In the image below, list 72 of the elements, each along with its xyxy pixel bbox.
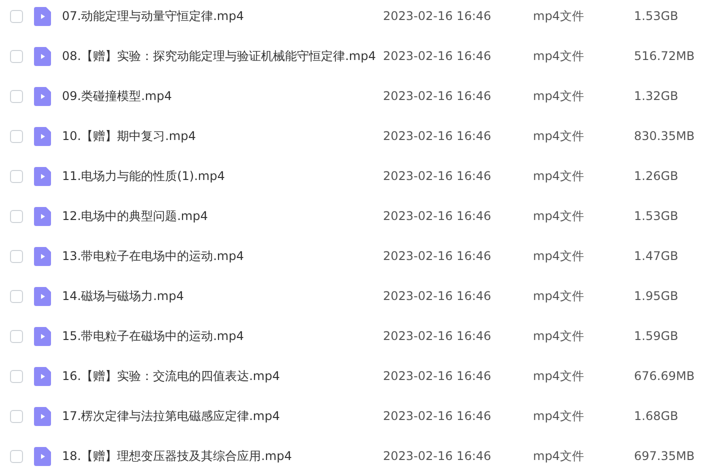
modified-date: 2023-02-16 16:46: [383, 328, 492, 345]
file-size: 1.59GB: [634, 328, 678, 345]
video-file-icon: [34, 366, 51, 386]
file-type: mp4文件: [533, 288, 585, 305]
checkbox[interactable]: [10, 50, 23, 62]
file-size: 676.69MB: [634, 368, 695, 385]
modified-date: 2023-02-16 16:46: [383, 8, 492, 25]
file-size: 1.26GB: [634, 168, 678, 185]
file-type: mp4文件: [533, 168, 585, 185]
file-name[interactable]: 14.磁场与磁场力.mp4: [62, 287, 383, 305]
file-name[interactable]: 18.【赠】理想变压器技及其综合应用.mp4: [62, 447, 383, 465]
video-file-icon: [34, 286, 51, 306]
modified-date: 2023-02-16 16:46: [383, 408, 492, 425]
file-size: 1.47GB: [634, 248, 678, 265]
file-type: mp4文件: [533, 128, 585, 145]
file-type: mp4文件: [533, 208, 585, 225]
checkbox[interactable]: [10, 10, 23, 22]
checkbox[interactable]: [10, 130, 23, 142]
video-file-icon: [34, 166, 51, 186]
file-type: mp4文件: [533, 48, 585, 65]
file-size: 1.95GB: [634, 288, 678, 305]
checkbox[interactable]: [10, 370, 23, 382]
modified-date: 2023-02-16 16:46: [383, 168, 492, 185]
file-type: mp4文件: [533, 88, 585, 105]
checkbox[interactable]: [10, 450, 23, 462]
file-name[interactable]: 12.电场中的典型问题.mp4: [62, 207, 383, 225]
video-file-icon: [34, 126, 51, 146]
video-file-icon: [34, 6, 51, 26]
video-file-icon: [34, 326, 51, 346]
file-size: 830.35MB: [634, 128, 695, 145]
file-type: mp4文件: [533, 8, 585, 25]
file-name[interactable]: 17.楞次定律与法拉第电磁感应定律.mp4: [62, 407, 383, 425]
file-type: mp4文件: [533, 328, 585, 345]
checkbox[interactable]: [10, 410, 23, 422]
video-file-icon: [34, 246, 51, 266]
file-name[interactable]: 13.带电粒子在电场中的运动.mp4: [62, 247, 383, 265]
checkbox[interactable]: [10, 210, 23, 222]
file-type: mp4文件: [533, 368, 585, 385]
video-file-icon: [34, 206, 51, 226]
file-type: mp4文件: [533, 408, 585, 425]
file-size: 1.53GB: [634, 8, 678, 25]
file-size: 1.53GB: [634, 208, 678, 225]
file-type: mp4文件: [533, 448, 585, 465]
modified-date: 2023-02-16 16:46: [383, 248, 492, 265]
file-size: 1.32GB: [634, 88, 678, 105]
checkbox[interactable]: [10, 290, 23, 302]
file-name[interactable]: 15.带电粒子在磁场中的运动.mp4: [62, 327, 383, 345]
modified-date: 2023-02-16 16:46: [383, 448, 492, 465]
checkbox[interactable]: [10, 330, 23, 342]
file-name[interactable]: 08.【赠】实验：探究动能定理与验证机械能守恒定律.mp4: [62, 47, 383, 65]
video-file-icon: [34, 446, 51, 466]
modified-date: 2023-02-16 16:46: [383, 208, 492, 225]
video-file-icon: [34, 86, 51, 106]
file-size: 516.72MB: [634, 48, 695, 65]
checkbox[interactable]: [10, 170, 23, 182]
video-file-icon: [34, 406, 51, 426]
video-file-icon: [34, 46, 51, 66]
modified-date: 2023-02-16 16:46: [383, 88, 492, 105]
file-size: 1.68GB: [634, 408, 678, 425]
file-size: 697.35MB: [634, 448, 695, 465]
file-name[interactable]: 16.【赠】实验：交流电的四值表达.mp4: [62, 367, 383, 385]
file-name[interactable]: 10.【赠】期中复习.mp4: [62, 127, 383, 145]
file-type: mp4文件: [533, 248, 585, 265]
checkbox[interactable]: [10, 90, 23, 102]
modified-date: 2023-02-16 16:46: [383, 368, 492, 385]
modified-date: 2023-02-16 16:46: [383, 48, 492, 65]
file-name[interactable]: 07.动能定理与动量守恒定律.mp4: [62, 7, 383, 25]
modified-date: 2023-02-16 16:46: [383, 128, 492, 145]
checkbox[interactable]: [10, 250, 23, 262]
modified-date: 2023-02-16 16:46: [383, 288, 492, 305]
file-name[interactable]: 11.电场力与能的性质(1).mp4: [62, 167, 383, 185]
file-name[interactable]: 09.类碰撞模型.mp4: [62, 87, 383, 105]
